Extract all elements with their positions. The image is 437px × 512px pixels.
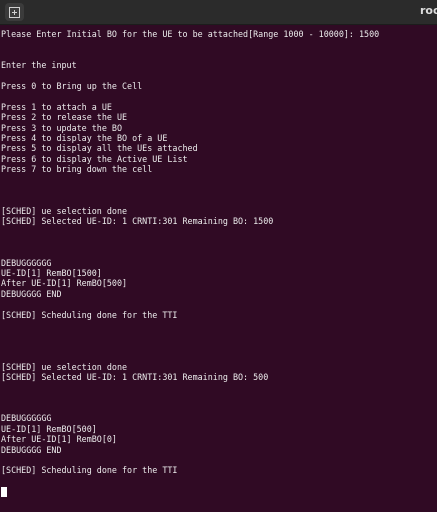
terminal-line: [SCHED] Scheduling done for the TTI: [1, 465, 178, 476]
window-title: roo: [420, 4, 437, 17]
terminal-line: Enter the input: [1, 60, 77, 71]
cursor-line: [1, 486, 435, 498]
terminal-line: Please Enter Initial BO for the UE to be…: [1, 29, 380, 39]
new-tab-button[interactable]: [5, 3, 24, 21]
terminal-line: DEBUGGGGGG: [1, 257, 52, 268]
terminal-line: After UE-ID[1] RemBO[0]: [1, 434, 117, 445]
terminal-line: [SCHED] Selected UE-ID: 1 CRNTI:301 Rema…: [1, 216, 274, 227]
terminal-line: [SCHED] Scheduling done for the TTI: [1, 309, 178, 320]
terminal-line: Press 1 to attach a UE: [1, 101, 112, 112]
terminal-line: DEBUGGGG END: [1, 444, 62, 455]
new-tab-icon: [9, 3, 20, 22]
terminal-line: After UE-ID[1] RemBO[500]: [1, 278, 128, 289]
terminal-line: DEBUGGGG END: [1, 288, 62, 299]
text-cursor: [1, 487, 7, 498]
terminal-line: Press 6 to display the Active UE List: [1, 153, 188, 164]
terminal-line: [SCHED] ue selection done: [1, 361, 128, 372]
terminal-line: [SCHED] Selected UE-ID: 1 CRNTI:301 Rema…: [1, 371, 269, 382]
terminal-line: UE-ID[1] RemBO[500]: [1, 423, 97, 434]
terminal-line: UE-ID[1] RemBO[1500]: [1, 267, 102, 278]
terminal-line: Press 7 to bring down the cell: [1, 164, 153, 175]
terminal-line: Press 4 to display the BO of a UE: [1, 132, 168, 143]
title-bar: roo: [0, 0, 437, 25]
terminal-output[interactable]: Please Enter Initial BO for the UE to be…: [1, 29, 435, 509]
terminal-line: Press 3 to update the BO: [1, 122, 123, 133]
terminal-line: Press 0 to Bring up the Cell: [1, 80, 143, 91]
terminal-line: [SCHED] ue selection done: [1, 205, 128, 216]
terminal-line: DEBUGGGGGG: [1, 413, 52, 424]
terminal-line: Press 5 to display all the UEs attached: [1, 143, 198, 154]
terminal-line: Press 2 to release the UE: [1, 112, 128, 123]
